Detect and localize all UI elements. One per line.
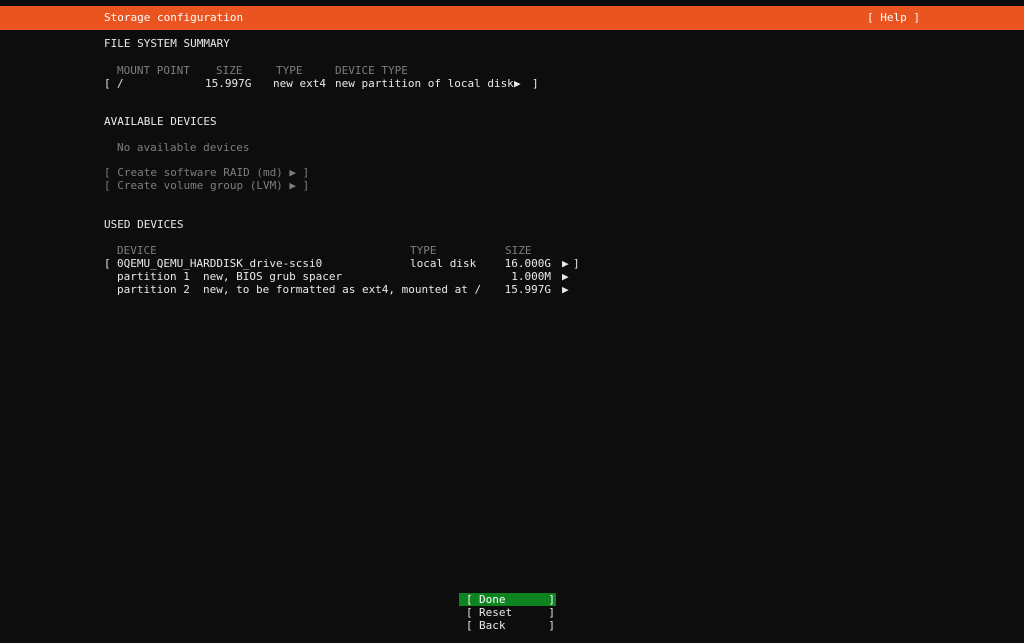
partition-row[interactable]: partition 1 new, BIOS grub spacer 1.000M…	[0, 270, 1024, 283]
device-type-value: new partition of local disk	[335, 77, 514, 90]
mount-point-value: /	[117, 77, 124, 90]
used-devices-section-title: USED DEVICES	[0, 218, 1024, 231]
col-mount-point: MOUNT POINT	[117, 64, 190, 77]
bracket-open: [	[466, 606, 473, 619]
partition-name: partition 1	[117, 270, 190, 283]
type-value: new ext4	[273, 77, 326, 90]
bracket-close: ]	[573, 257, 580, 270]
expand-arrow-icon: ▶	[562, 270, 569, 283]
back-button[interactable]: [ Back ]	[459, 619, 556, 632]
create-volume-group-button: [ Create volume group (LVM) ▶ ]	[104, 179, 310, 192]
used-devices-table-header: DEVICE TYPE SIZE	[0, 244, 1024, 257]
bracket-close: ]	[548, 606, 555, 619]
disk-name: 0QEMU_QEMU_HARDDISK_drive-scsi0	[117, 257, 323, 270]
col-device: DEVICE	[117, 244, 157, 257]
fs-summary-row[interactable]: [ / 15.997G new ext4 new partition of lo…	[0, 77, 1024, 90]
available-devices-section-title: AVAILABLE DEVICES	[0, 115, 1024, 128]
bracket-open: [	[104, 77, 111, 90]
section-title: FILE SYSTEM SUMMARY	[104, 37, 230, 50]
bracket-close: ]	[532, 77, 539, 90]
partition-size: 15.997G	[504, 283, 551, 296]
used-device-disk-row[interactable]: [ 0QEMU_QEMU_HARDDISK_drive-scsi0 local …	[0, 257, 1024, 270]
col-type: TYPE	[410, 244, 437, 257]
create-software-raid-button: [ Create software RAID (md) ▶ ]	[104, 166, 310, 179]
bracket-close: ]	[548, 619, 555, 632]
back-button-label: Back	[479, 619, 506, 632]
done-button-label: Done	[479, 593, 506, 606]
col-type: TYPE	[276, 64, 303, 77]
partition-size: 1.000M	[511, 270, 551, 283]
done-button[interactable]: [ Done ]	[459, 593, 556, 606]
partition-description: new, BIOS grub spacer	[203, 270, 343, 283]
bracket-open: [	[466, 593, 473, 606]
help-button[interactable]: [ Help ]	[867, 6, 920, 30]
reset-button[interactable]: [ Reset ]	[459, 606, 556, 619]
fs-summary-section-title: FILE SYSTEM SUMMARY	[0, 37, 1024, 50]
expand-arrow-icon: ▶	[562, 283, 569, 296]
reset-button-label: Reset	[479, 606, 513, 619]
storage-configuration-screen: Storage configuration [ Help ] FILE SYST…	[0, 0, 1024, 643]
col-device-type: DEVICE TYPE	[335, 64, 408, 77]
fs-summary-table-header: MOUNT POINT SIZE TYPE DEVICE TYPE	[0, 64, 1024, 77]
partition-row[interactable]: partition 2 new, to be formatted as ext4…	[0, 283, 1024, 296]
expand-arrow-icon: ▶	[514, 77, 521, 90]
section-title: USED DEVICES	[104, 218, 184, 231]
size-value: 15.997G	[205, 77, 252, 90]
title-bar: Storage configuration [ Help ]	[0, 6, 1024, 30]
col-size: SIZE	[505, 244, 532, 257]
bracket-close: ]	[548, 593, 555, 606]
section-title: AVAILABLE DEVICES	[104, 115, 217, 128]
expand-arrow-icon: ▶	[562, 257, 569, 270]
col-size: SIZE	[216, 64, 243, 77]
bracket-open: [	[466, 619, 473, 632]
partition-name: partition 2	[117, 283, 190, 296]
bracket-open: [	[104, 257, 111, 270]
page-title: Storage configuration	[104, 11, 244, 24]
no-available-devices-message: No available devices	[117, 141, 250, 154]
disk-size: 16.000G	[504, 257, 551, 270]
